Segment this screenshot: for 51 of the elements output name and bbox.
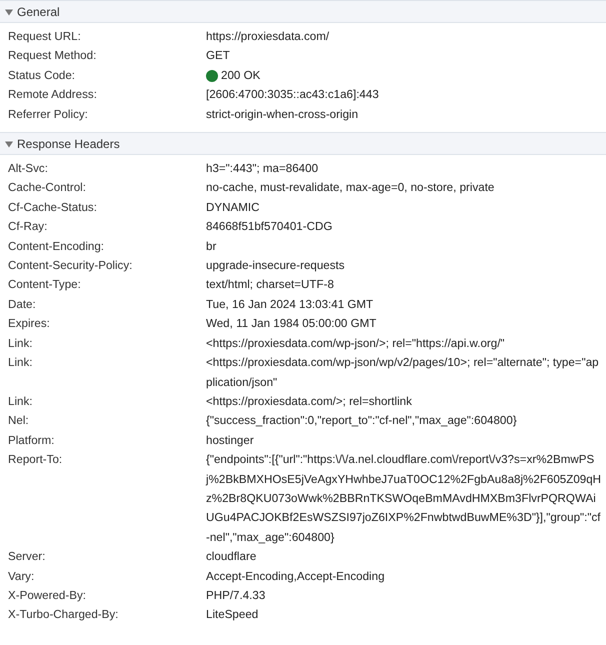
header-value: Accept-Encoding,Accept-Encoding [206, 568, 385, 585]
header-name: Content-Encoding: [8, 238, 106, 255]
header-name: Referrer Policy: [8, 106, 89, 123]
section-title: General [17, 4, 60, 20]
header-value: GET [206, 48, 230, 64]
header-name: Cache-Control: [8, 180, 87, 196]
header-value: DYNAMIC [206, 200, 260, 216]
header-name: Nel: [8, 413, 30, 430]
header-name: Content-Security-Policy: [8, 258, 134, 274]
header-name: Status Code: [8, 68, 76, 84]
header-name: Content-Type: [8, 277, 82, 294]
header-value: Wed, 11 Jan 1984 05:00:00 GMT [206, 316, 376, 332]
section-header[interactable]: General [0, 0, 606, 23]
header-name: Alt-Svc: [8, 161, 49, 178]
header-name: Remote Address: [8, 87, 98, 104]
header-value: upgrade-insecure-requests [206, 258, 345, 274]
header-name: Request Method: [8, 48, 98, 64]
header-name: Link: [8, 394, 34, 410]
header-name: X-Turbo-Charged-By: [8, 607, 120, 624]
section-header[interactable]: Response Headers [0, 132, 606, 156]
section-title: Response Headers [17, 136, 120, 153]
header-name: Link: [8, 336, 34, 352]
header-name: Date: [8, 296, 37, 313]
header-value: strict-origin-when-cross-origin [206, 106, 358, 123]
header-value: LiteSpeed [206, 607, 258, 624]
header-value: 84668f51bf570401-CDG [206, 219, 332, 236]
header-value: {"success_fraction":0,"report_to":"cf-nel","max_age":604800} [206, 413, 517, 430]
header-value: <https://proxiesdata.com/>; rel=shortlink [206, 394, 412, 410]
header-name: Cf-Cache-Status: [8, 200, 98, 216]
header-name: Expires: [8, 316, 51, 332]
header-value: <https://proxiesdata.com/wp-json/>; rel="https://api.w.org/" [206, 336, 505, 352]
header-value: cloudflare [206, 549, 256, 566]
header-name: Report-To: [8, 452, 64, 468]
header-value: no-cache, must-revalidate, max-age=0, no-store, private [206, 180, 494, 196]
header-value: h3=":443"; ma=86400 [206, 161, 318, 178]
header-value: <https://proxiesdata.com/wp-json/wp/v2/pages/10>; rel="alternate"; type="application/json" [206, 355, 600, 390]
header-name: Platform: [8, 432, 56, 449]
header-value: Tue, 16 Jan 2024 13:03:41 GMT [206, 296, 374, 313]
header-name: Link: [8, 355, 34, 372]
header-value: 200 OK [221, 68, 260, 84]
header-value: [2606:4700:3035::ac43:c1a6]:443 [206, 87, 379, 104]
header-value: hostinger [206, 432, 254, 449]
header-name: X-Powered-By: [8, 588, 87, 604]
header-name: Cf-Ray: [8, 219, 48, 236]
header-name: Request URL: [8, 29, 82, 45]
header-value: https://proxiesdata.com/ [206, 29, 330, 45]
header-value: PHP/7.4.33 [206, 588, 266, 604]
header-value: br [206, 238, 216, 255]
header-name: Server: [8, 549, 46, 566]
header-name: Vary: [8, 568, 36, 585]
header-value: text/html; charset=UTF-8 [206, 277, 334, 294]
